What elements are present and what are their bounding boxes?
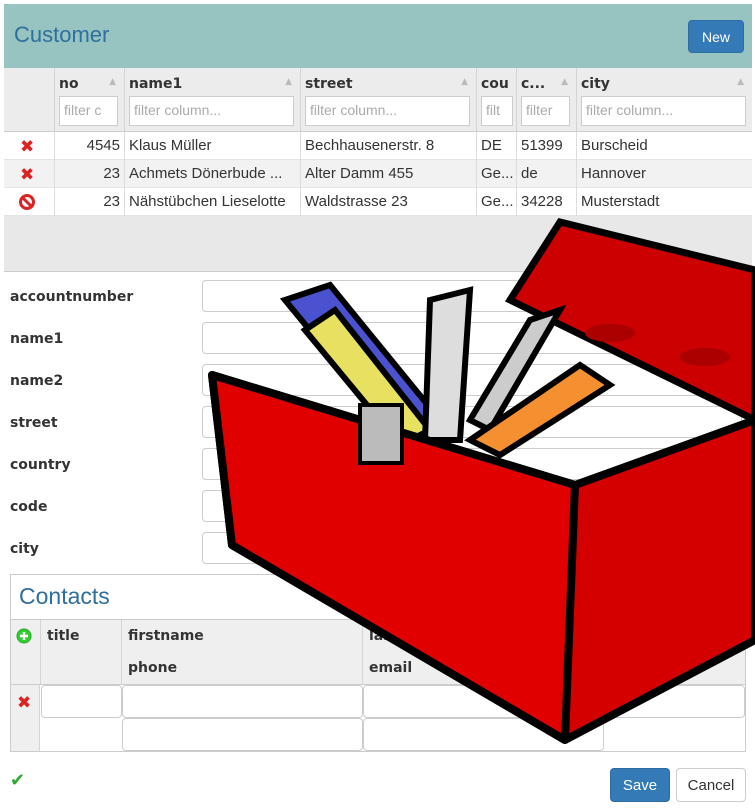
cell-code: 34228 xyxy=(516,188,576,216)
cell-street: Bechhausenerstr. 8 xyxy=(300,132,476,160)
column-no[interactable]: no ▲ filter c xyxy=(54,68,124,131)
label-accountnumber: accountnumber xyxy=(10,289,134,305)
filter-input[interactable]: filter xyxy=(521,96,570,126)
grid-header: no ▲ filter c name1 ▲ filter column... stree… xyxy=(4,68,752,132)
cancel-button[interactable]: Cancel xyxy=(676,768,746,802)
table-row[interactable]: ✖ 4545 Klaus Müller Bechhausenerstr. 8 D… xyxy=(4,132,752,160)
column-label: city xyxy=(581,76,610,92)
delete-contact-icon[interactable]: ✖ xyxy=(17,693,31,713)
cell-code: 51399 xyxy=(516,132,576,160)
table-row[interactable]: ✖ 23 Achmets Dönerbude ... Alter Damm 45… xyxy=(4,160,752,188)
delete-icon[interactable]: ✖ xyxy=(20,137,34,157)
column-label: cou xyxy=(481,76,509,92)
sort-icon[interactable]: ▲ xyxy=(285,77,292,87)
new-button[interactable]: New xyxy=(688,20,744,53)
cell-street: Alter Damm 455 xyxy=(300,160,476,188)
column-city[interactable]: city ▲ filter column... xyxy=(576,68,752,131)
check-icon: ✔ xyxy=(10,770,26,791)
column-label: street xyxy=(305,76,353,92)
toolbox-image xyxy=(208,218,755,744)
column-street[interactable]: street ▲ filter column... xyxy=(300,68,476,131)
table-row[interactable]: 23 Nähstübchen Lieselotte Waldstrasse 23… xyxy=(4,188,752,216)
add-contact-icon[interactable] xyxy=(16,628,32,648)
cell-city: Musterstadt xyxy=(576,188,752,216)
forbidden-icon[interactable] xyxy=(19,194,35,215)
label-street: street xyxy=(10,415,58,431)
label-country: country xyxy=(10,457,71,473)
contacts-title: Contacts xyxy=(19,583,110,609)
cell-no: 23 xyxy=(54,160,124,188)
column-country[interactable]: cou filt xyxy=(476,68,516,131)
cell-country: DE xyxy=(476,132,516,160)
cell-name1: Klaus Müller xyxy=(124,132,300,160)
sort-icon[interactable]: ▲ xyxy=(737,77,744,87)
filter-input[interactable]: filter column... xyxy=(581,96,746,126)
cell-name1: Nähstübchen Lieselotte xyxy=(124,188,300,216)
cell-no: 4545 xyxy=(54,132,124,160)
header-firstname: firstname xyxy=(128,628,204,644)
label-name1: name1 xyxy=(10,331,64,347)
sort-icon[interactable]: ▲ xyxy=(561,77,568,87)
cell-city: Burscheid xyxy=(576,132,752,160)
sort-icon[interactable]: ▲ xyxy=(461,77,468,87)
contact-row-handle: ✖ xyxy=(11,685,40,751)
filter-input[interactable]: filter c xyxy=(59,96,118,126)
cell-no: 23 xyxy=(54,188,124,216)
filter-input[interactable]: filter column... xyxy=(129,96,294,126)
label-city: city xyxy=(10,541,39,557)
filter-input[interactable]: filt xyxy=(481,96,513,126)
column-name1[interactable]: name1 ▲ filter column... xyxy=(124,68,300,131)
cell-country: Ge... xyxy=(476,160,516,188)
cell-name1: Achmets Dönerbude ... xyxy=(124,160,300,188)
cell-code: de xyxy=(516,160,576,188)
header-phone: phone xyxy=(128,660,178,676)
filter-input[interactable]: filter column... xyxy=(305,96,470,126)
delete-icon[interactable]: ✖ xyxy=(20,165,34,185)
header-title: title xyxy=(47,628,80,644)
label-code: code xyxy=(10,499,48,515)
page-title: Customer xyxy=(14,22,110,47)
customer-header: Customer New xyxy=(4,4,752,68)
cell-street: Waldstrasse 23 xyxy=(300,188,476,216)
sort-icon[interactable]: ▲ xyxy=(109,77,116,87)
cell-city: Hannover xyxy=(576,160,752,188)
cell-country: Ge... xyxy=(476,188,516,216)
contact-title-input[interactable] xyxy=(41,685,122,718)
customer-grid: no ▲ filter c name1 ▲ filter column... stree… xyxy=(4,68,752,216)
column-code[interactable]: c... ▲ filter xyxy=(516,68,576,131)
column-label: name1 xyxy=(129,76,183,92)
save-button[interactable]: Save xyxy=(610,768,670,802)
label-name2: name2 xyxy=(10,373,64,389)
grid-body: ✖ 4545 Klaus Müller Bechhausenerstr. 8 D… xyxy=(4,132,752,216)
